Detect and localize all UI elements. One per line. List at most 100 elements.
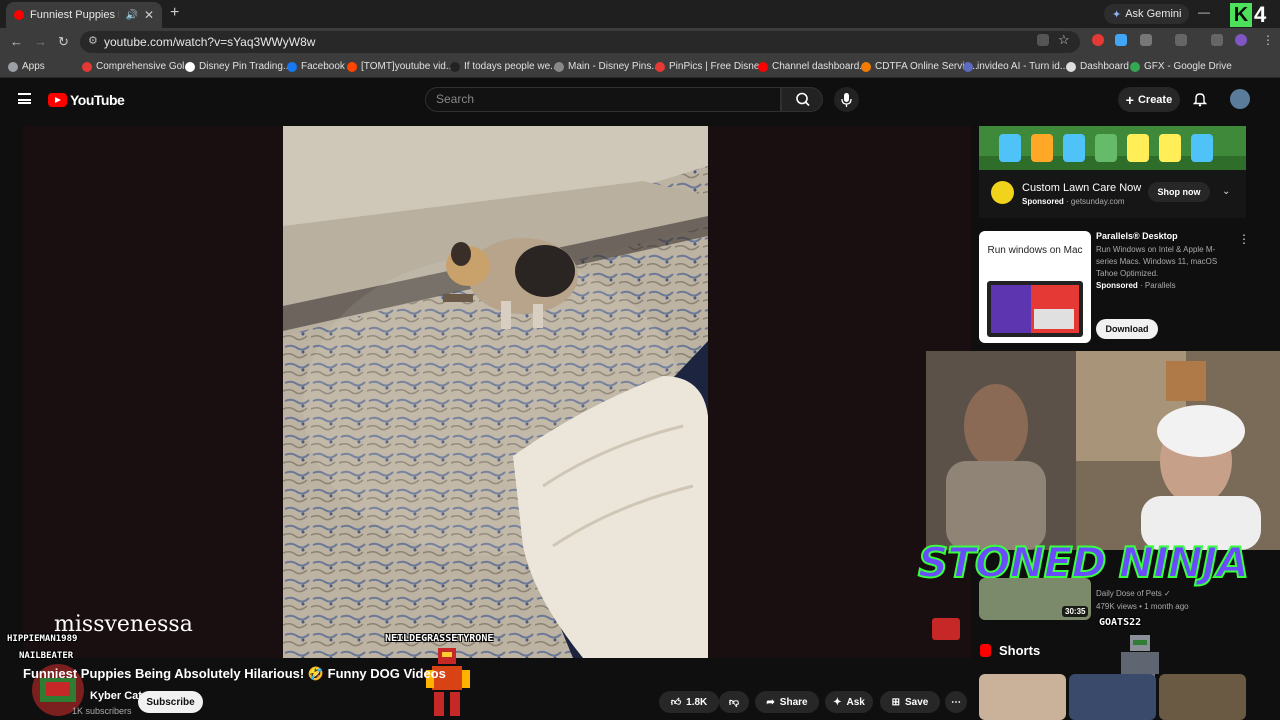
bookmark-star-icon[interactable]: ☆ [1058,32,1070,48]
bookmark-item[interactable]: Main - Disney Pins... [554,61,660,72]
url-field[interactable]: youtube.com/watch?v=sYaq3WWyW8w [80,31,1080,53]
channel-name[interactable]: Kyber Cat [90,690,142,702]
chat-name-1: HIPPIEMAN1989 [7,634,78,644]
bookmark-favicon-icon [1066,61,1076,72]
youtube-logo[interactable]: YouTube [48,92,125,108]
like-button[interactable]: 👍︎ 1.8K [659,691,719,713]
bookmark-item[interactable]: If todays people we... [450,61,559,72]
parallels-sponsored-line: Sponsored · Parallels [1096,281,1176,290]
shorts-label: Shorts [999,643,1041,658]
share-button[interactable]: ➦ Share [755,691,819,713]
reload-icon[interactable]: ↻ [58,34,69,50]
shop-now-button[interactable]: Shop now [1148,182,1210,202]
account-avatar[interactable] [1230,89,1250,109]
bookmark-item[interactable]: Apps [8,61,45,72]
bookmark-item[interactable]: PinPics | Free Disne... [655,61,768,72]
hamburger-menu-icon[interactable] [18,93,31,104]
bookmark-favicon-icon [8,61,18,72]
back-arrow-icon[interactable]: ← [10,34,23,49]
sparkle-icon: ✦ [833,696,842,708]
extension-blue-icon[interactable] [1115,34,1127,46]
thumbs-down-icon: 👎︎ [728,697,740,708]
media-icon[interactable] [1211,34,1223,46]
plus-icon: + [1125,91,1134,108]
new-tab-button[interactable]: + [170,4,179,22]
ask-label: Ask [846,696,865,708]
bookmark-favicon-icon [554,61,564,72]
chevron-down-icon[interactable]: ⌄ [1222,186,1230,197]
bookmark-item[interactable]: invideo AI - Turn id... [963,61,1068,72]
bookmark-favicon-icon [861,61,871,72]
subscribe-button[interactable]: Subscribe [138,691,203,713]
bookmark-item[interactable]: [TOMT]youtube vid... [347,61,454,72]
create-button[interactable]: + Create [1118,87,1180,112]
speaker-icon[interactable]: 🔊 [125,10,137,21]
bookmark-item[interactable]: Facebook [287,61,345,72]
save-button[interactable]: ⊞ Save [880,691,940,713]
minimize-icon[interactable]: — [1198,5,1210,19]
extension-red-icon[interactable] [1092,34,1104,46]
share-label: Share [779,696,808,708]
ask-gemini-button[interactable]: ✦ Ask Gemini [1104,4,1190,24]
youtube-logo-text: YouTube [70,92,125,108]
lawn-products-image [979,126,1246,170]
bookmark-item[interactable]: Disney Pin Trading... [185,61,291,72]
ad-banner-image[interactable] [979,126,1246,170]
forward-arrow-icon[interactable]: → [34,34,47,49]
bookmark-label: Comprehensive Gol... [96,61,193,72]
shorts-header: Shorts [980,643,1040,658]
more-actions-button[interactable]: ⋯ [945,691,967,713]
bookmark-item[interactable]: Comprehensive Gol... [82,61,193,72]
bookmark-label: Apps [22,61,45,72]
recommended-meta: 479K views • 1 month ago [1096,602,1189,611]
badge-number: 4 [1254,2,1267,27]
dot-separator: · [1140,281,1143,290]
voice-search-button[interactable] [834,87,859,112]
tab-title: Funniest Puppies Being Abs [30,9,119,21]
ad-title[interactable]: Custom Lawn Care Now [1022,182,1141,194]
bookmark-label: Channel dashboard... [772,61,868,72]
profile-icon[interactable] [1235,34,1247,46]
subscribe-overlay-icon [932,618,960,640]
bookmark-label: Main - Disney Pins... [568,61,660,72]
dislike-button[interactable]: 👎︎ [719,691,749,713]
k-logo-icon: K [1230,3,1252,27]
advertiser-logo [991,181,1014,204]
address-bar-row: ← → ↻ youtube.com/watch?v=sYaq3WWyW8w [0,28,1280,56]
bookmark-item[interactable]: Dashboard [1066,61,1129,72]
parallels-thumbnail[interactable]: Run windows on Mac [979,231,1091,343]
short-thumbnail-3[interactable] [1159,674,1246,720]
search-input[interactable]: Search [425,87,781,112]
notifications-bell-icon[interactable] [1193,91,1207,107]
download-button[interactable]: Download [1096,319,1158,339]
sidebar-icon[interactable] [1175,34,1187,46]
puppy-video-scene [283,126,708,658]
parallels-advertiser: Parallels [1144,281,1176,290]
save-playlist-icon: ⊞ [891,696,901,708]
search-button[interactable] [781,87,823,112]
close-tab-icon[interactable]: ✕ [144,8,154,22]
video-frame[interactable] [283,126,708,658]
short-thumbnail-2[interactable] [1069,674,1156,720]
short-thumbnail-1[interactable] [979,674,1066,720]
site-info-icon[interactable]: ⚙ [88,34,98,47]
bookmark-favicon-icon [450,61,460,72]
youtube-header: YouTube Search + Create [0,78,1280,120]
parallels-title[interactable]: Parallels® Desktop [1096,231,1178,241]
bookmark-favicon-icon [185,61,195,72]
share-arrow-icon: ➦ [766,696,775,708]
recommended-channel: Daily Dose of Pets ✓ [1096,589,1171,598]
extensions-puzzle-icon[interactable] [1140,34,1152,46]
browser-tab[interactable]: Funniest Puppies Being Abs 🔊 ✕ [6,2,162,28]
menu-kebab-icon[interactable]: ⋮ [1262,33,1274,47]
bookmark-item[interactable]: Channel dashboard... [758,61,868,72]
video-duration: 30:35 [1062,606,1089,617]
ad-menu-kebab-icon[interactable]: ⋮ [1238,232,1250,246]
subscriber-count: 1K subscribers [72,706,132,716]
install-icon[interactable] [1037,34,1049,46]
youtube-favicon-icon [14,10,24,20]
bookmark-item[interactable]: CDTFA Online Servic... [861,61,978,72]
bookmark-label: invideo AI - Turn id... [977,61,1069,72]
bookmark-item[interactable]: GFX - Google Drive [1130,61,1232,72]
ask-button[interactable]: ✦ Ask [825,691,873,713]
